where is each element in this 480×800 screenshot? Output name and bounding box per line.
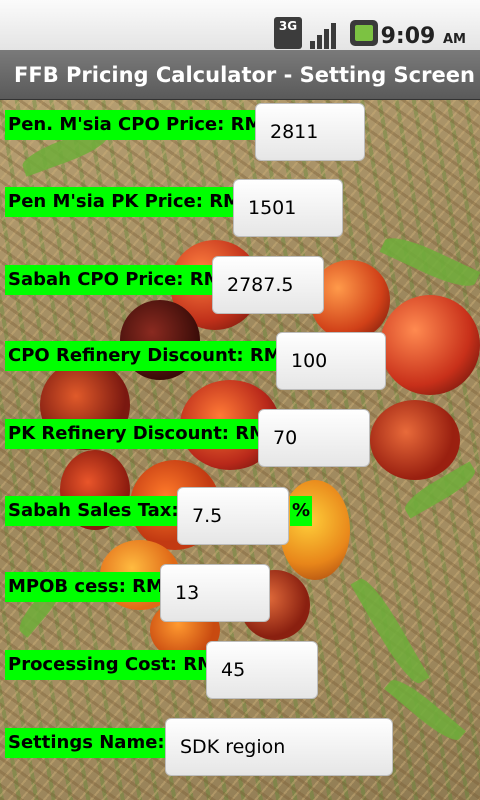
sabah-cpo-price-input[interactable] — [212, 256, 324, 314]
pk-price-input[interactable] — [233, 179, 343, 237]
sabah-sales-tax-input[interactable] — [177, 487, 289, 545]
mpob-cess-input[interactable] — [160, 564, 270, 622]
mpob-cess-label: MPOB cess: RM — [5, 572, 167, 602]
pk-refinery-discount-input[interactable] — [258, 409, 370, 467]
app-title-bar: FFB Pricing Calculator - Setting Screen — [0, 50, 480, 100]
sabah-cpo-price-label: Sabah CPO Price: RM — [5, 265, 225, 295]
network-type-label: 3G — [278, 19, 298, 33]
cpo-price-input[interactable] — [255, 103, 365, 161]
sabah-sales-tax-label: Sabah Sales Tax: — [5, 496, 182, 526]
settings-name-input[interactable] — [165, 718, 393, 776]
processing-cost-label: Processing Cost: RM — [5, 650, 219, 680]
clock: 9:09 AM — [381, 24, 466, 49]
cpo-price-label: Pen. M'sia CPO Price: RM — [5, 110, 266, 140]
pk-price-label: Pen M'sia PK Price: RM — [5, 187, 244, 217]
battery-icon — [350, 20, 378, 46]
pk-refinery-discount-label: PK Refinery Discount: RM — [5, 419, 271, 449]
settings-name-label: Settings Name: — [5, 728, 168, 758]
app-title: FFB Pricing Calculator - Setting Screen — [14, 63, 475, 87]
cpo-refinery-discount-input[interactable] — [276, 332, 386, 390]
clock-ampm: AM — [443, 32, 466, 47]
cpo-refinery-discount-label: CPO Refinery Discount: RM — [5, 341, 285, 371]
status-bar: 3G 9:09 AM — [0, 0, 480, 50]
percent-unit-label: % — [290, 496, 313, 526]
3g-icon: 3G — [274, 17, 302, 49]
processing-cost-input[interactable] — [206, 641, 318, 699]
signal-icon — [310, 17, 342, 49]
clock-time: 9:09 — [380, 24, 436, 49]
